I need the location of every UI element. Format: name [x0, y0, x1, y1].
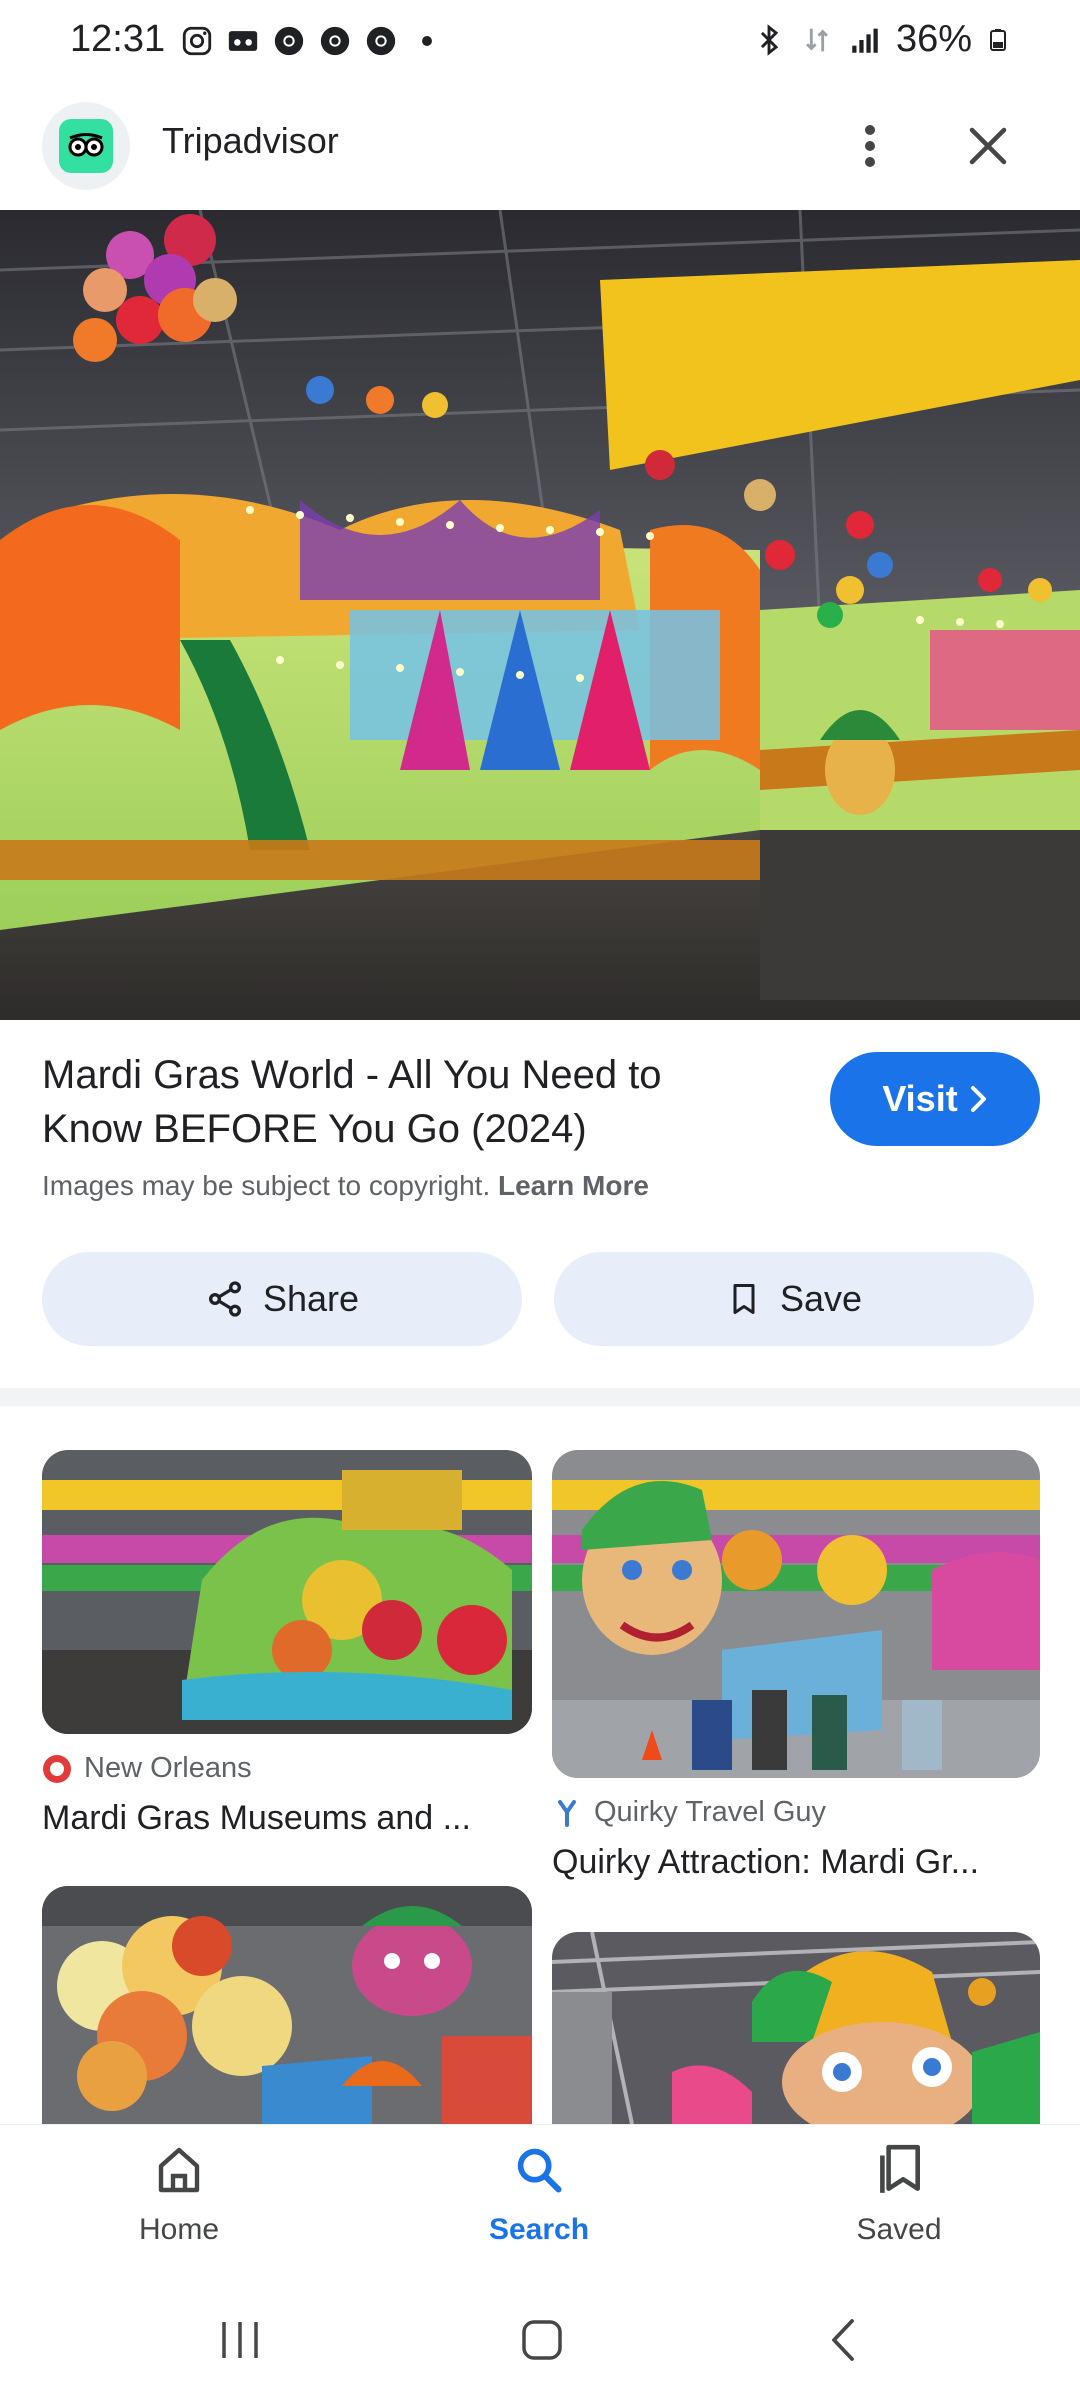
save-label: Save: [779, 1278, 863, 1319]
nav-saved-label: Saved: [856, 2213, 942, 2246]
data-icon: [806, 28, 828, 51]
app-header: Tripadvisor: [0, 90, 1080, 210]
bookmark-icon: [733, 1284, 755, 1314]
close-icon[interactable]: [954, 112, 1022, 180]
bottom-navigation: Home Search Saved: [0, 2124, 1080, 2274]
hero-image[interactable]: [0, 210, 1080, 1020]
tripadvisor-owl-icon: [59, 119, 113, 173]
mardi-gras-float-image: [0, 210, 1080, 1020]
site-favicon: [42, 102, 130, 190]
save-button[interactable]: Save: [554, 1252, 1034, 1346]
related-image[interactable]: [552, 1932, 1040, 2124]
related-source: New Orleans: [42, 1752, 532, 1785]
more-options-icon[interactable]: [840, 112, 900, 180]
chrome-icon: [366, 26, 396, 56]
dot-icon: [422, 36, 432, 46]
home-icon: [158, 2147, 200, 2193]
source-favicon-icon: [43, 1754, 71, 1783]
nav-home[interactable]: Home: [79, 2135, 279, 2247]
signal-icon: [852, 28, 878, 53]
saved-collections-icon: [880, 2144, 920, 2193]
related-source-name: Quirky Travel Guy: [594, 1796, 827, 1828]
share-icon: [208, 1281, 241, 1317]
chrome-icon: [274, 26, 304, 56]
instagram-icon: [182, 26, 212, 56]
chevron-right-icon: [970, 1086, 986, 1112]
related-source-name: New Orleans: [84, 1752, 252, 1784]
related-image[interactable]: [552, 1450, 1040, 1778]
share-label: Share: [262, 1278, 360, 1319]
battery-icon: [990, 28, 1006, 51]
related-card[interactable]: New Orleans Mardi Gras Museums and ...: [42, 1450, 532, 1838]
related-card[interactable]: [42, 1886, 532, 2124]
nav-home-label: Home: [138, 2213, 220, 2246]
back-icon[interactable]: [814, 2310, 874, 2370]
visit-button[interactable]: Visit: [830, 1052, 1040, 1146]
related-image[interactable]: [42, 1886, 532, 2124]
status-bar: 12:31 36%: [0, 0, 1080, 90]
share-button[interactable]: Share: [42, 1252, 522, 1346]
copyright-text: Images may be subject to copyright.: [42, 1170, 491, 1201]
site-title: Tripadvisor: [162, 120, 339, 161]
related-image[interactable]: [42, 1450, 532, 1734]
battery-percent: 36%: [895, 18, 972, 60]
section-divider: [0, 1388, 1080, 1406]
bluetooth-icon: [760, 23, 779, 56]
system-icons: 36%: [752, 18, 1010, 61]
related-source: Quirky Travel Guy: [552, 1796, 1040, 1829]
nav-search[interactable]: Search: [439, 2135, 639, 2247]
nav-search-label: Search: [488, 2213, 590, 2246]
nav-saved[interactable]: Saved: [799, 2135, 999, 2247]
related-card[interactable]: Quirky Travel Guy Quirky Attraction: Mar…: [552, 1450, 1040, 1882]
voicemail-icon: [228, 31, 258, 51]
notification-icons: [180, 24, 444, 58]
result-title[interactable]: Mardi Gras World - All You Need to Know …: [42, 1048, 742, 1156]
home-button-icon[interactable]: [512, 2310, 572, 2370]
related-card[interactable]: [552, 1932, 1040, 2124]
related-title[interactable]: Mardi Gras Museums and ...: [42, 1799, 532, 1838]
copyright-notice: Images may be subject to copyright. Lear…: [42, 1170, 649, 1202]
related-title[interactable]: Quirky Attraction: Mardi Gr...: [552, 1843, 1040, 1882]
recent-apps-icon[interactable]: [210, 2310, 270, 2370]
visit-label: Visit: [882, 1078, 958, 1119]
source-favicon-icon: [558, 1799, 576, 1827]
search-icon: [517, 2148, 562, 2193]
system-navigation-bar: [0, 2274, 1080, 2400]
chrome-icon: [320, 26, 350, 56]
status-time: 12:31: [70, 18, 166, 60]
learn-more-link[interactable]: Learn More: [498, 1170, 649, 1201]
